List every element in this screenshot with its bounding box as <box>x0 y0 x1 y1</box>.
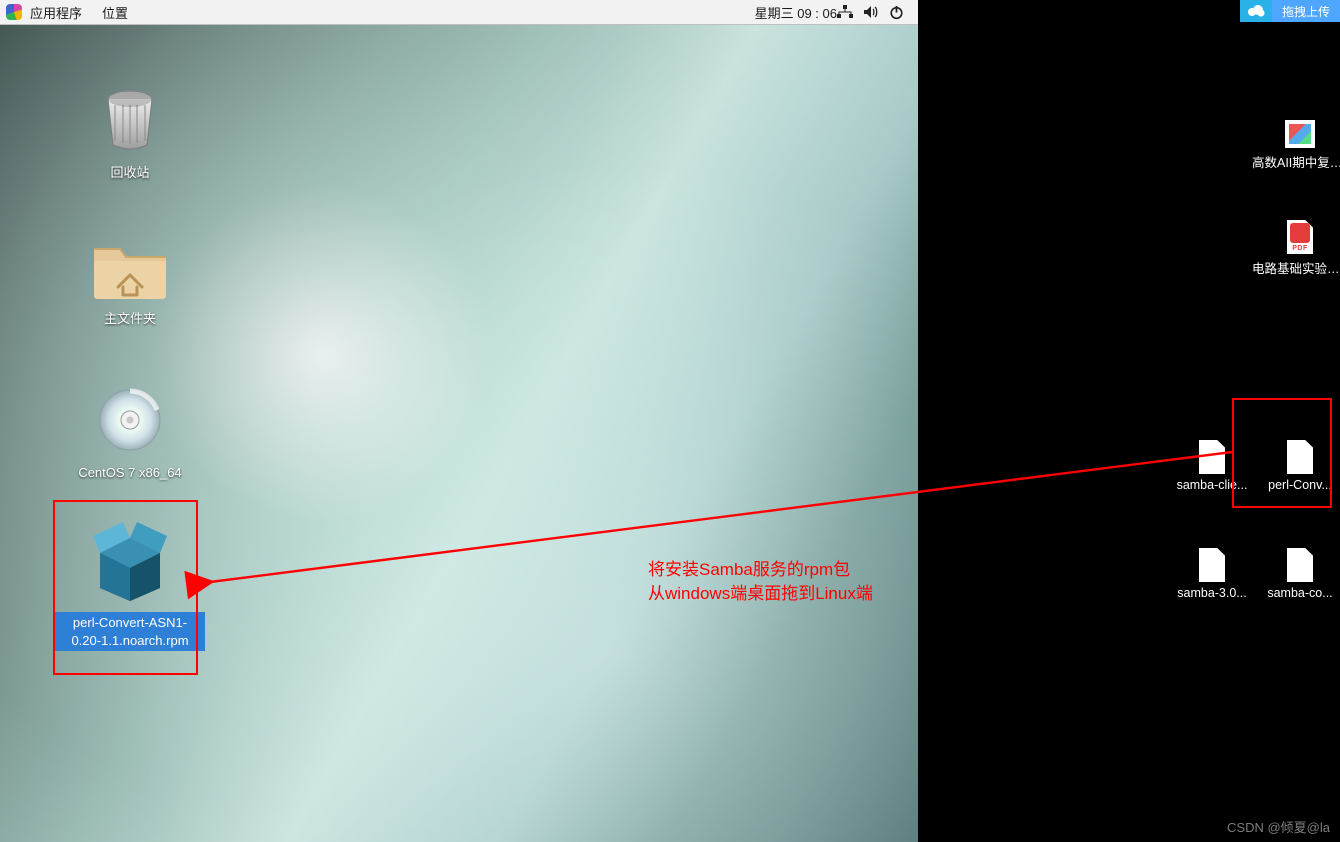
file-label: samba-co... <box>1252 586 1340 600</box>
trash-label: 回收站 <box>55 164 205 182</box>
file-label: 电路基础实验指导书(黄... <box>1252 258 1340 277</box>
desktop-icon-disc[interactable]: CentOS 7 x86_64 <box>55 385 205 482</box>
menu-applications[interactable]: 应用程序 <box>30 3 82 22</box>
cloud-upload-icon <box>1240 0 1272 22</box>
home-label: 主文件夹 <box>55 310 205 328</box>
home-folder-icon <box>90 235 170 304</box>
linux-vm-panel: 应用程序 位置 星期三 09 : 06 <box>0 0 918 842</box>
win-file-circuit-pdf[interactable]: 电路基础实验指导书(黄... <box>1252 220 1340 277</box>
annotation-box-right <box>1232 398 1332 508</box>
win-file-gaoshu[interactable]: 高数AII期中复习内容.... <box>1252 120 1340 171</box>
system-tray <box>837 5 904 20</box>
win-file-samba-common[interactable]: samba-co... <box>1252 548 1340 600</box>
network-icon[interactable] <box>837 5 853 19</box>
file-label: 高数AII期中复习内容.... <box>1252 152 1340 171</box>
pdf-icon <box>1287 220 1313 254</box>
trash-icon <box>95 85 165 158</box>
annotation-box-left <box>53 500 198 675</box>
file-icon <box>1199 548 1225 582</box>
watermark-text: CSDN @倾夏@la <box>1227 817 1330 836</box>
clock-text[interactable]: 星期三 09 : 06 <box>755 3 837 22</box>
menu-places[interactable]: 位置 <box>102 3 128 22</box>
upload-label: 拖拽上传 <box>1272 0 1340 22</box>
win-file-samba-30[interactable]: samba-3.0... <box>1164 548 1260 600</box>
linux-desktop[interactable]: 回收站 主文件夹 <box>0 25 918 842</box>
drag-upload-button[interactable]: 拖拽上传 <box>1240 0 1340 22</box>
file-icon <box>1287 548 1313 582</box>
annotation-text: 将安装Samba服务的rpm包 从windows端桌面拖到Linux端 <box>648 558 873 606</box>
power-icon[interactable] <box>889 5 904 20</box>
file-label: samba-3.0... <box>1164 586 1260 600</box>
volume-icon[interactable] <box>863 5 879 19</box>
disc-label: CentOS 7 x86_64 <box>55 464 205 482</box>
image-thumb-icon <box>1285 120 1315 148</box>
gnome-menubar: 应用程序 位置 星期三 09 : 06 <box>0 0 918 25</box>
system-logo-icon <box>6 4 22 20</box>
desktop-icon-home[interactable]: 主文件夹 <box>55 235 205 328</box>
file-icon <box>1199 440 1225 474</box>
desktop-icon-trash[interactable]: 回收站 <box>55 85 205 182</box>
disc-icon <box>95 385 165 458</box>
